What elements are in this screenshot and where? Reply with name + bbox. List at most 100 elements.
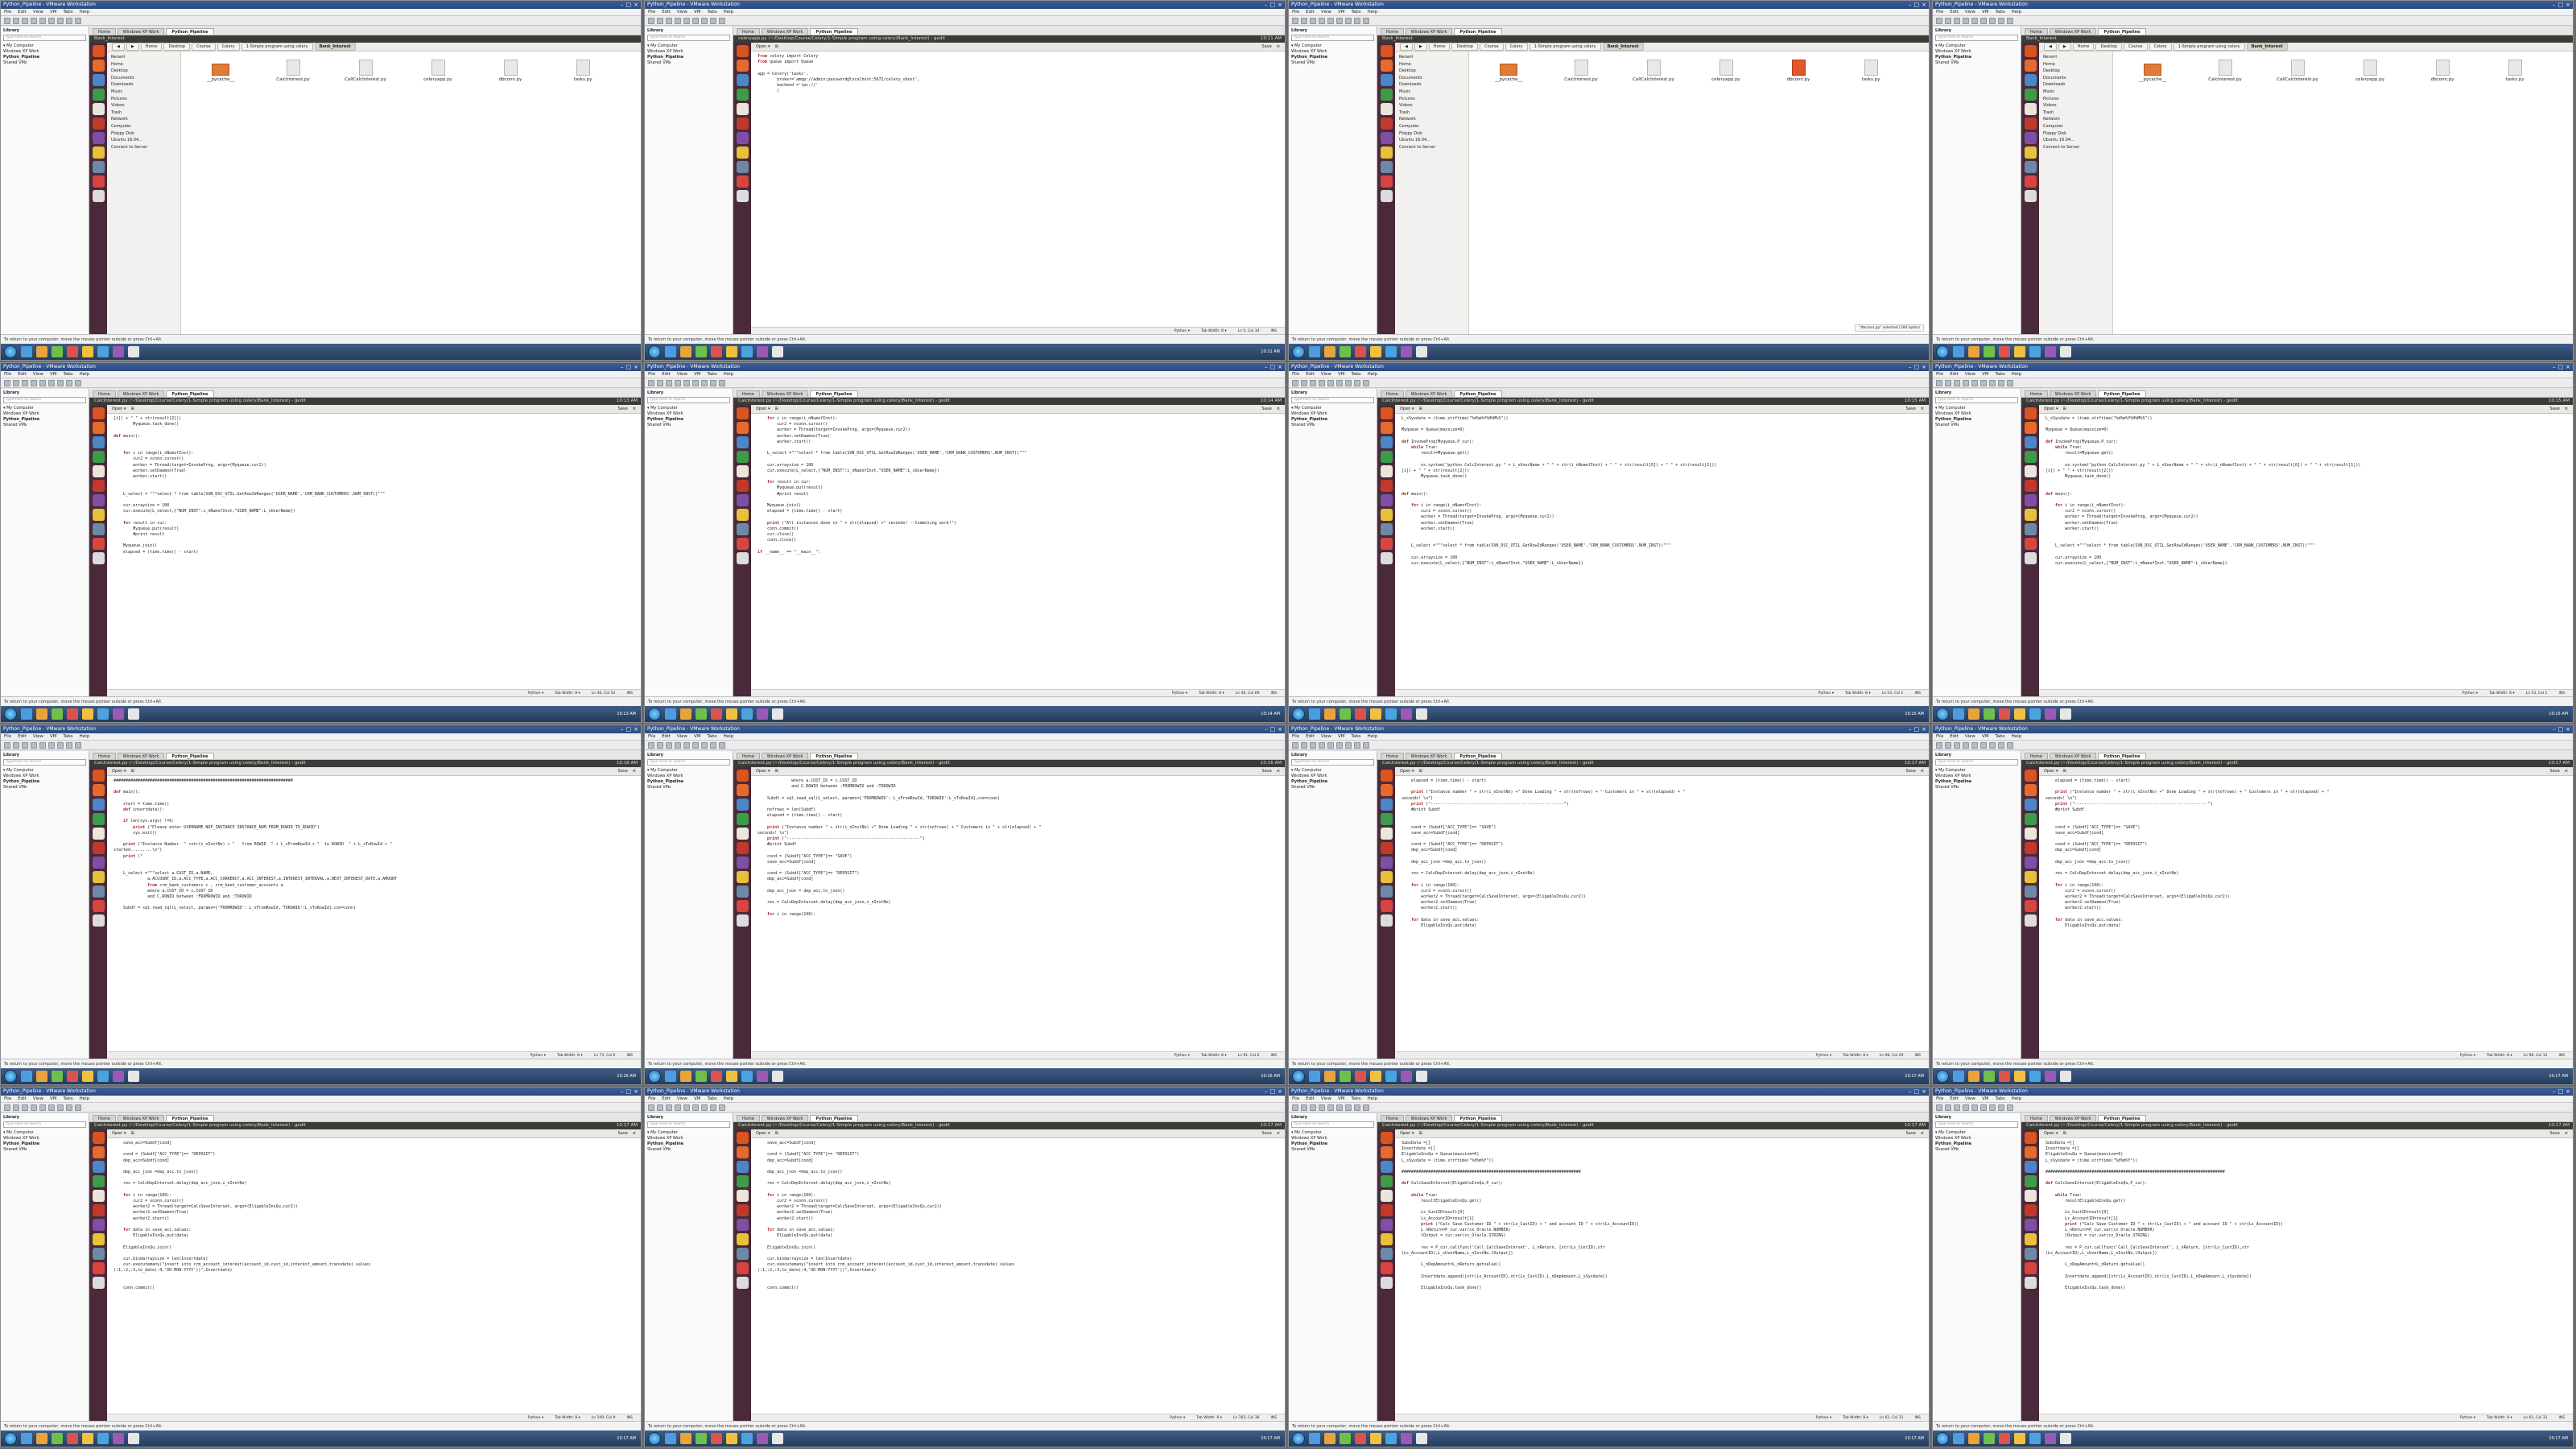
menu-icon[interactable]: ≡ <box>633 1131 636 1136</box>
launcher-app-icon[interactable] <box>736 190 749 202</box>
start-button[interactable] <box>4 708 17 720</box>
toolbar-button[interactable] <box>31 17 37 24</box>
tab-width-selector[interactable]: Tab Width: 8 ▾ <box>555 690 580 696</box>
launcher-app-icon[interactable] <box>2024 190 2037 202</box>
menu-item[interactable]: Help <box>2012 733 2022 740</box>
minimize-icon[interactable]: – <box>621 725 624 733</box>
breadcrumb-item[interactable]: Course <box>192 43 216 51</box>
launcher-app-icon[interactable] <box>2024 770 2037 782</box>
menu-item[interactable]: Edit <box>1950 733 1959 740</box>
menu-item[interactable]: Tabs <box>1351 733 1360 740</box>
launcher-app-icon[interactable] <box>2024 1190 2037 1202</box>
vm-tab[interactable]: Python_Pipeline <box>810 28 858 35</box>
toolbar-button[interactable] <box>1936 1104 1942 1111</box>
menu-item[interactable]: Help <box>1368 371 1378 378</box>
toolbar-button[interactable] <box>2007 379 2013 386</box>
toolbar-button[interactable] <box>1963 17 1969 24</box>
launcher-app-icon[interactable] <box>92 784 105 796</box>
menu-item[interactable]: View <box>1321 371 1331 378</box>
launcher-app-icon[interactable] <box>1380 451 1393 463</box>
start-button[interactable] <box>1936 345 1949 358</box>
taskbar-app-icon[interactable] <box>711 1433 722 1444</box>
file-item[interactable]: __pycache__ <box>192 60 249 82</box>
launcher-app-icon[interactable] <box>1380 1146 1393 1158</box>
toolbar-button[interactable] <box>710 379 716 386</box>
toolbar-button[interactable] <box>1971 379 1978 386</box>
launcher-app-icon[interactable] <box>92 1161 105 1173</box>
places-item[interactable]: Home <box>2043 61 2108 68</box>
library-search-input[interactable]: Type here to search <box>3 1121 86 1128</box>
breadcrumb-item[interactable]: Home <box>140 43 163 51</box>
code-editor[interactable]: elapsed = (time.time() - start) print ("… <box>1395 776 1929 1051</box>
maximize-icon[interactable]: □ <box>2558 1088 2564 1096</box>
file-item[interactable]: CalcInterest.py <box>2197 60 2253 82</box>
vm-tab[interactable]: Windows XP Work <box>761 1115 809 1121</box>
menu-item[interactable]: File <box>1292 9 1299 15</box>
launcher-app-icon[interactable] <box>1380 1204 1393 1216</box>
launcher-app-icon[interactable] <box>736 871 749 883</box>
vm-tab[interactable]: Python_Pipeline <box>166 390 214 397</box>
library-item[interactable]: Python_Pipeline <box>1935 417 2018 423</box>
places-item[interactable]: Home <box>1399 61 1464 68</box>
taskbar-app-icon[interactable] <box>1309 346 1320 357</box>
taskbar-app-icon[interactable] <box>1953 1071 1964 1082</box>
launcher-app-icon[interactable] <box>92 480 105 492</box>
menu-item[interactable]: Help <box>2012 9 2022 15</box>
toolbar-button[interactable] <box>31 1104 37 1111</box>
launcher-app-icon[interactable] <box>92 828 105 840</box>
toolbar-button[interactable] <box>1336 379 1343 386</box>
menu-item[interactable]: Tabs <box>1351 1096 1360 1102</box>
taskbar-app-icon[interactable] <box>52 1071 63 1082</box>
launcher-app-icon[interactable] <box>1380 914 1393 927</box>
new-tab-icon[interactable]: ⊞ <box>1418 769 1422 774</box>
code-editor[interactable]: ########################################… <box>107 776 641 1051</box>
launcher-app-icon[interactable] <box>92 1219 105 1231</box>
taskbar-app-icon[interactable] <box>1999 1433 2010 1444</box>
save-button[interactable]: Save <box>2550 1131 2560 1136</box>
launcher-app-icon[interactable] <box>1380 813 1393 825</box>
save-button[interactable]: Save <box>2550 407 2560 411</box>
maximize-icon[interactable]: □ <box>2558 725 2564 733</box>
launcher-app-icon[interactable] <box>1380 900 1393 912</box>
taskbar-app-icon[interactable] <box>97 1071 109 1082</box>
taskbar-app-icon[interactable] <box>726 1071 737 1082</box>
breadcrumb-item[interactable]: Course <box>1480 43 1504 51</box>
taskbar-app-icon[interactable] <box>2060 708 2071 720</box>
library-item[interactable]: Python_Pipeline <box>3 417 86 423</box>
menu-item[interactable]: Edit <box>18 1096 27 1102</box>
minimize-icon[interactable]: – <box>1265 363 1268 371</box>
launcher-app-icon[interactable] <box>1380 74 1393 86</box>
tab-width-selector[interactable]: Tab Width: 8 ▾ <box>1845 690 1871 696</box>
library-item[interactable]: Shared VMs <box>647 1147 730 1153</box>
launcher-app-icon[interactable] <box>1380 190 1393 202</box>
language-selector[interactable]: Python ▾ <box>2462 690 2478 696</box>
toolbar-button[interactable] <box>701 17 708 24</box>
code-editor[interactable]: elapsed = (time.time() - start) print ("… <box>2039 776 2573 1051</box>
vm-tab[interactable]: Windows XP Work <box>1405 1115 1453 1121</box>
launcher-app-icon[interactable] <box>2024 842 2037 854</box>
launcher-app-icon[interactable] <box>2024 147 2037 159</box>
code-editor[interactable]: [i]) + " " + str(result[2])) Myqueue.tas… <box>107 414 641 689</box>
vm-tab[interactable]: Home <box>93 1115 116 1121</box>
launcher-app-icon[interactable] <box>1380 799 1393 811</box>
places-item[interactable]: Pictures <box>1399 96 1464 103</box>
language-selector[interactable]: Python ▾ <box>1174 1052 1190 1059</box>
maximize-icon[interactable]: □ <box>1914 725 1920 733</box>
toolbar-button[interactable] <box>66 741 72 749</box>
toolbar-button[interactable] <box>1354 379 1360 386</box>
tab-width-selector[interactable]: Tab Width: 8 ▾ <box>1196 1414 1222 1421</box>
toolbar-button[interactable] <box>1963 741 1969 749</box>
launcher-app-icon[interactable] <box>736 552 749 564</box>
launcher-app-icon[interactable] <box>1380 436 1393 448</box>
library-item[interactable]: Windows XP Work <box>3 1136 86 1141</box>
launcher-app-icon[interactable] <box>1380 1248 1393 1260</box>
taskbar-app-icon[interactable] <box>1324 346 1335 357</box>
toolbar-button[interactable] <box>1945 1104 1951 1111</box>
menu-item[interactable]: View <box>1321 9 1331 15</box>
tab-width-selector[interactable]: Tab Width: 8 ▾ <box>1201 328 1227 334</box>
launcher-app-icon[interactable] <box>1380 886 1393 898</box>
launcher-app-icon[interactable] <box>2024 1277 2037 1289</box>
toolbar-button[interactable] <box>57 17 64 24</box>
menu-item[interactable]: VM <box>50 9 57 15</box>
launcher-app-icon[interactable] <box>92 1277 105 1289</box>
